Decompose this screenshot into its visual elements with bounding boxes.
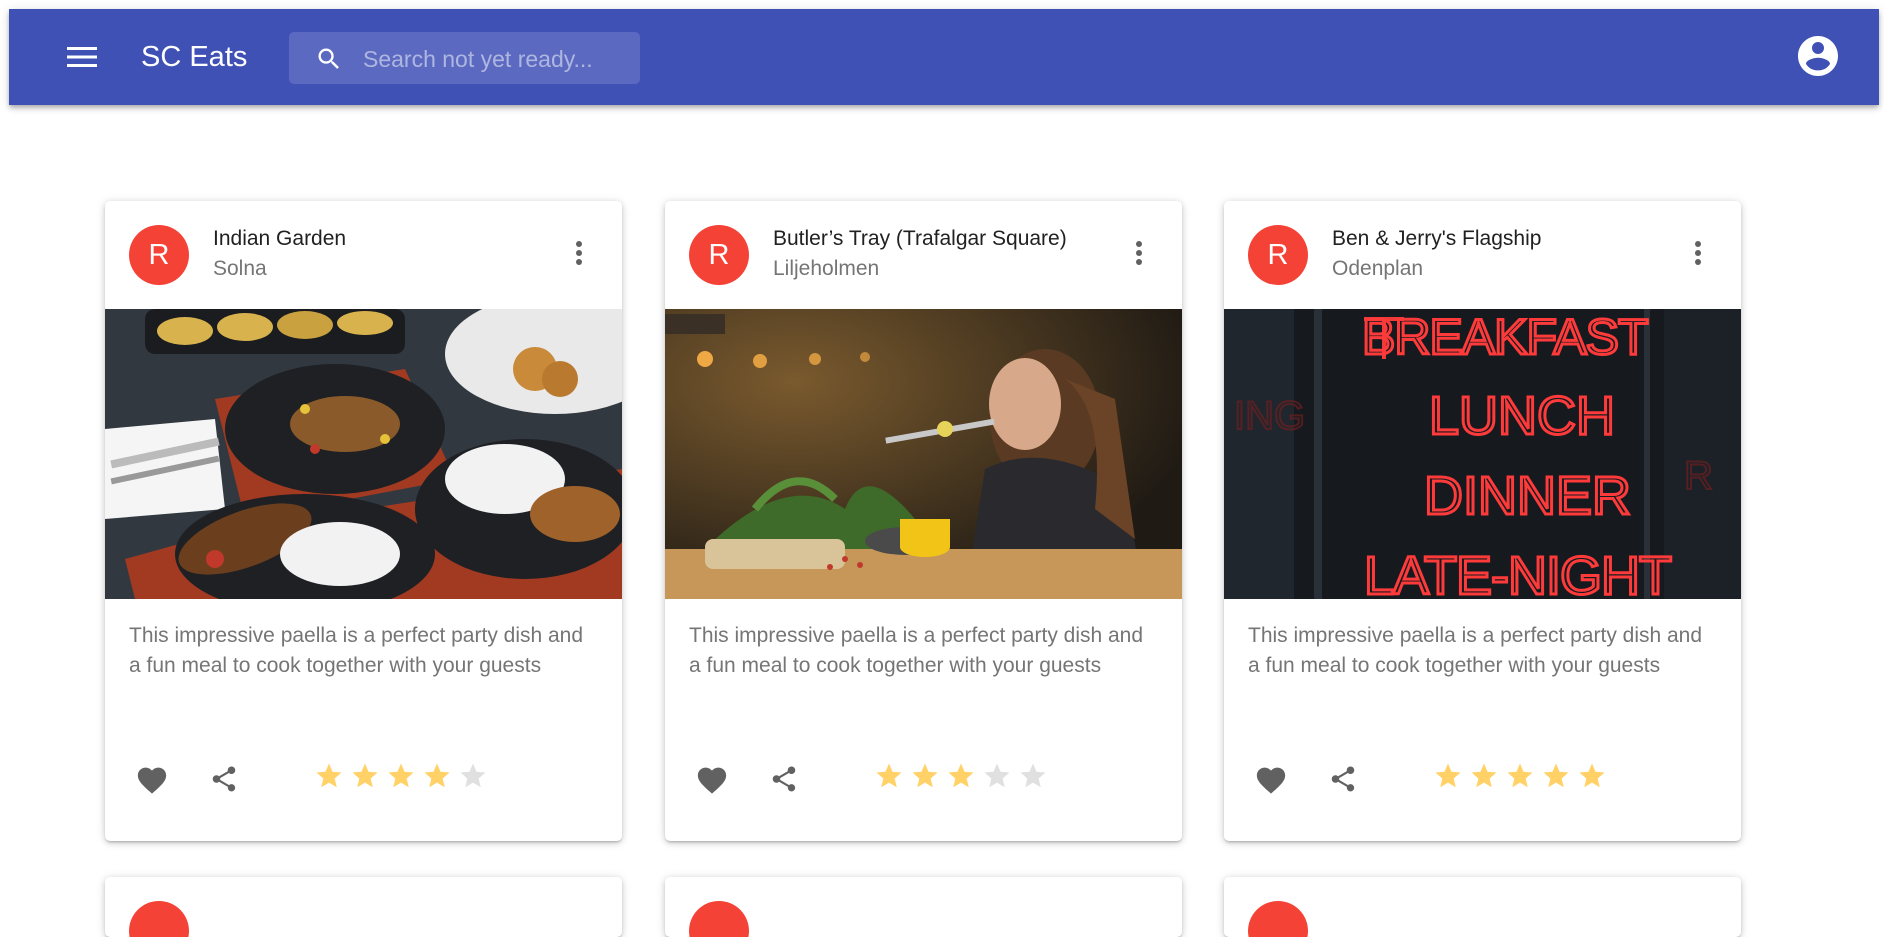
restaurant-card: R Butler’s Tray (Trafalgar Square) Lilje… [665, 201, 1182, 841]
menu-icon [67, 47, 97, 67]
star-icon[interactable] [386, 761, 416, 791]
share-button[interactable] [200, 755, 248, 803]
app-title: SC Eats [141, 41, 248, 73]
card-subtitle: Odenplan [1332, 257, 1424, 280]
star-rating[interactable] [874, 756, 1048, 796]
restaurant-card: R Ben & Jerry's Flagship Odenplan BREAKF… [1224, 201, 1741, 841]
menu-button[interactable] [61, 36, 103, 78]
star-icon[interactable] [1469, 761, 1499, 791]
share-icon [1331, 766, 1355, 792]
share-icon [772, 766, 796, 792]
svg-text:LATE-NIGHT: LATE-NIGHT [1364, 546, 1671, 599]
star-icon[interactable] [1505, 761, 1535, 791]
more-vert-icon [1136, 241, 1142, 265]
star-icon[interactable] [982, 761, 1012, 791]
restaurant-card-partial [1224, 877, 1741, 937]
avatar: R [1248, 225, 1308, 285]
star-icon[interactable] [458, 761, 488, 791]
restaurant-card: R Indian Garden Solna This impressive pa… [105, 201, 622, 841]
more-options-button[interactable] [1682, 229, 1714, 277]
more-options-button[interactable] [1123, 229, 1155, 277]
favorite-button[interactable] [1247, 755, 1295, 803]
avatar [689, 901, 749, 937]
heart-icon [697, 767, 727, 794]
card-subtitle: Solna [213, 257, 267, 280]
account-circle-icon [1798, 36, 1838, 76]
card-title: Indian Garden [213, 227, 347, 250]
svg-text:ING: ING [1234, 394, 1305, 438]
star-icon[interactable] [1018, 761, 1048, 791]
star-icon[interactable] [422, 761, 452, 791]
svg-text:DINNER: DINNER [1424, 466, 1631, 526]
more-options-button[interactable] [563, 229, 595, 277]
search-icon [318, 48, 339, 69]
star-icon[interactable] [874, 761, 904, 791]
share-button[interactable] [1319, 755, 1367, 803]
share-button[interactable] [760, 755, 808, 803]
share-icon [212, 766, 236, 792]
star-icon[interactable] [910, 761, 940, 791]
avatar [1248, 901, 1308, 937]
svg-text:R: R [1684, 454, 1713, 498]
star-rating[interactable] [1433, 756, 1607, 796]
card-description: This impressive paella is a perfect part… [689, 624, 1144, 677]
star-icon[interactable] [946, 761, 976, 791]
card-description: This impressive paella is a perfect part… [1248, 624, 1703, 677]
heart-icon [1256, 767, 1286, 794]
diner-photo [665, 309, 1182, 599]
star-icon[interactable] [1541, 761, 1571, 791]
avatar [129, 901, 189, 937]
app-bar: SC Eats [9, 9, 1879, 105]
card-title: Ben & Jerry's Flagship [1332, 227, 1542, 250]
restaurant-card-partial [665, 877, 1182, 937]
food-photo [105, 309, 622, 599]
svg-text:BREAKFAST: BREAKFAST [1362, 309, 1648, 365]
search-box[interactable] [289, 32, 640, 84]
star-icon[interactable] [1433, 761, 1463, 791]
star-icon[interactable] [1577, 761, 1607, 791]
card-title: Butler’s Tray (Trafalgar Square) [773, 227, 1067, 250]
search-input[interactable] [361, 42, 630, 76]
restaurant-card-partial [105, 877, 622, 937]
star-icon[interactable] [314, 761, 344, 791]
star-rating[interactable] [314, 756, 488, 796]
svg-text:LUNCH: LUNCH [1429, 386, 1615, 446]
avatar: R [689, 225, 749, 285]
card-subtitle: Liljeholmen [773, 257, 880, 280]
more-vert-icon [576, 241, 582, 265]
favorite-button[interactable] [128, 755, 176, 803]
card-description: This impressive paella is a perfect part… [129, 624, 584, 677]
heart-icon [137, 767, 167, 794]
more-vert-icon [1695, 241, 1701, 265]
avatar: R [129, 225, 189, 285]
star-icon[interactable] [350, 761, 380, 791]
favorite-button[interactable] [688, 755, 736, 803]
neon-sign-photo: BREAKFAST LUNCH DINNER LATE-NIGHT ING R [1224, 309, 1741, 599]
account-button[interactable] [1793, 31, 1843, 81]
